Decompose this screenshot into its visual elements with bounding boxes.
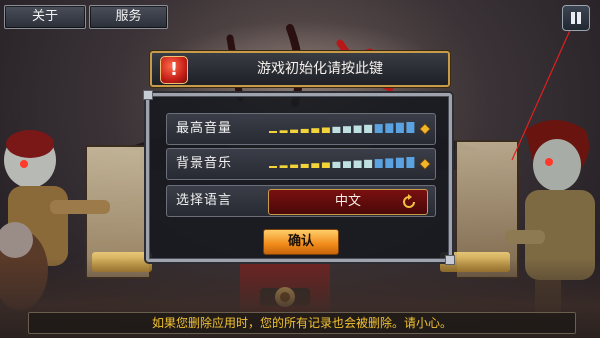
bgm-slider[interactable] xyxy=(267,155,433,173)
delete-warning-bar: 如果您删除应用时，您的所有记录也会被删除。请小心。 xyxy=(28,312,576,334)
slider-step xyxy=(364,159,373,168)
slider-step xyxy=(343,161,351,168)
slider-step xyxy=(332,161,341,168)
confirm-button[interactable]: 确认 xyxy=(263,229,339,255)
slider-step xyxy=(332,126,341,133)
init-game-label: 游戏初始化请按此键 xyxy=(257,61,383,77)
cycle-icon xyxy=(403,194,415,208)
slider-step xyxy=(279,165,288,168)
language-label: 选择语言 xyxy=(176,193,233,208)
service-button[interactable]: 服务 xyxy=(89,5,168,29)
slider-step xyxy=(321,162,330,168)
volume-row: 最高音量 xyxy=(166,113,436,145)
language-row: 选择语言 中文 xyxy=(166,185,436,217)
bgm-label: 背景音乐 xyxy=(176,156,233,171)
settings-panel: 最高音量 背景音乐 选择语言 中文 确认 xyxy=(143,90,455,265)
delete-warning-text: 如果您删除应用时，您的所有记录也会被删除。请小心。 xyxy=(151,316,452,330)
slider-step xyxy=(364,124,373,133)
slider-step xyxy=(290,164,299,168)
slider-step xyxy=(321,127,330,133)
slider-step xyxy=(269,166,277,168)
slider-step xyxy=(300,128,309,133)
slider-step xyxy=(374,124,383,133)
pause-button[interactable] xyxy=(562,5,590,31)
slider-step xyxy=(269,131,277,133)
slider-step xyxy=(385,123,394,133)
slider-handle[interactable] xyxy=(419,123,431,135)
slider-step xyxy=(290,129,299,133)
slider-step xyxy=(353,125,362,133)
slider-step xyxy=(406,122,415,133)
volume-label: 最高音量 xyxy=(176,121,233,136)
language-select-button[interactable]: 中文 xyxy=(268,189,428,215)
slider-step xyxy=(374,159,383,168)
slider-step xyxy=(311,163,320,168)
slider-step xyxy=(353,160,362,168)
language-value: 中文 xyxy=(334,194,361,209)
slider-step xyxy=(395,157,404,168)
slider-step xyxy=(343,126,351,133)
slider-step xyxy=(395,122,404,133)
slider-step xyxy=(385,158,394,168)
volume-slider[interactable] xyxy=(267,120,433,138)
slider-step xyxy=(300,163,309,168)
about-button[interactable]: 关于 xyxy=(4,5,86,29)
alert-icon: ! xyxy=(160,56,188,84)
slider-step xyxy=(279,130,288,133)
slider-handle[interactable] xyxy=(419,158,431,170)
init-game-button[interactable]: ! 游戏初始化请按此键 xyxy=(150,51,450,87)
slider-step xyxy=(406,157,415,168)
bgm-row: 背景音乐 xyxy=(166,148,436,180)
slider-step xyxy=(311,128,320,133)
